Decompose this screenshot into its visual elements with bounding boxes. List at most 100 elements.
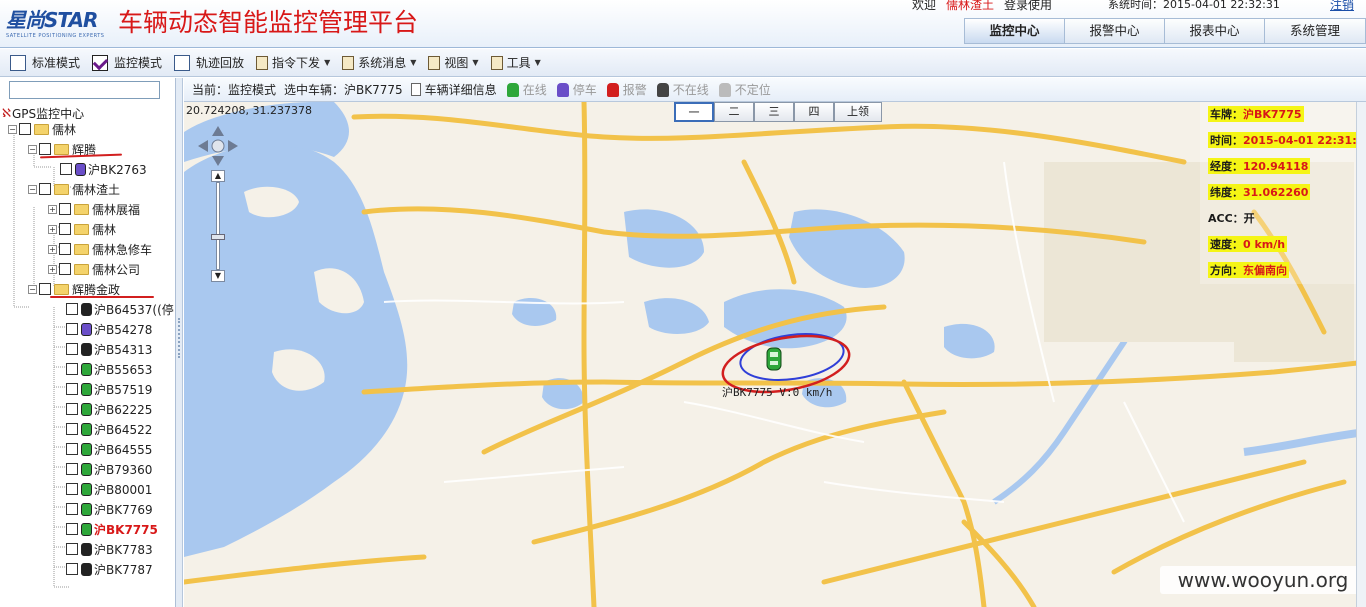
tree-vehicle[interactable]: 沪B55653 bbox=[66, 359, 152, 379]
tree-vehicle[interactable]: 沪B62225 bbox=[66, 399, 152, 419]
unlocated-car-icon bbox=[718, 82, 731, 97]
map-level-4[interactable]: 四 bbox=[794, 102, 834, 122]
tree-checkbox[interactable] bbox=[39, 283, 51, 295]
logout-link[interactable]: 注销 bbox=[1330, 0, 1354, 13]
tab-monitor-center[interactable]: 监控中心 bbox=[964, 18, 1064, 44]
collapse-icon[interactable]: − bbox=[28, 284, 37, 294]
pan-up-icon[interactable] bbox=[212, 126, 224, 136]
zoom-knob[interactable] bbox=[211, 234, 225, 240]
standard-mode-checkbox[interactable] bbox=[10, 54, 26, 71]
tree-checkbox[interactable] bbox=[66, 343, 78, 355]
tree-subgroup[interactable]: + 儒林 bbox=[48, 219, 116, 239]
pan-down-icon[interactable] bbox=[212, 156, 224, 166]
info-longitude: 经度：120.94118 bbox=[1208, 158, 1311, 174]
tree-subgroup[interactable]: + 儒林公司 bbox=[48, 259, 140, 279]
map-level-top[interactable]: 上领 bbox=[834, 102, 882, 122]
track-playback-toggle[interactable]: 轨迹回放 bbox=[174, 54, 244, 71]
tree-group-label: 儒林渣土 bbox=[72, 182, 121, 197]
login-mode: 登录使用 bbox=[1004, 0, 1053, 12]
tree-checkbox[interactable] bbox=[66, 483, 78, 495]
pan-right-icon[interactable] bbox=[228, 140, 238, 152]
monitor-mode-toggle[interactable]: 监控模式 bbox=[92, 54, 162, 71]
tab-report-center[interactable]: 报表中心 bbox=[1164, 18, 1264, 44]
tools-menu[interactable]: 工具 ▼ bbox=[490, 54, 541, 71]
tree-checkbox[interactable] bbox=[59, 263, 71, 275]
vehicle-plate: 沪B57519 bbox=[94, 382, 153, 397]
track-playback-checkbox[interactable] bbox=[174, 54, 191, 71]
expand-icon[interactable]: + bbox=[48, 224, 57, 234]
tree-checkbox[interactable] bbox=[66, 403, 78, 415]
collapse-icon[interactable]: − bbox=[8, 124, 17, 134]
tree-checkbox[interactable] bbox=[59, 203, 71, 215]
expand-icon[interactable]: + bbox=[48, 264, 57, 274]
tree-checkbox[interactable] bbox=[59, 223, 71, 235]
tree-vehicle[interactable]: 沪B54278 bbox=[66, 319, 152, 339]
tree-vehicle[interactable]: 沪B57519 bbox=[66, 379, 152, 399]
tree-vehicle-selected[interactable]: 沪BK7775 bbox=[66, 519, 158, 539]
sys-messages-label: 系统消息 bbox=[358, 56, 407, 70]
tree-checkbox[interactable] bbox=[66, 463, 78, 475]
tree-vehicle[interactable]: 沪BK7783 bbox=[66, 539, 153, 559]
vehicle-marker-icon[interactable] bbox=[764, 346, 784, 372]
map-level-1[interactable]: 一 bbox=[674, 102, 714, 122]
tree-checkbox[interactable] bbox=[60, 163, 72, 175]
monitor-mode-checkbox[interactable] bbox=[92, 54, 109, 71]
tree-checkbox[interactable] bbox=[66, 363, 78, 375]
sidebar-splitter[interactable] bbox=[176, 78, 183, 607]
tree-checkbox[interactable] bbox=[66, 303, 78, 315]
tree-vehicle[interactable]: 沪B64537((停 bbox=[66, 299, 174, 319]
pan-control[interactable] bbox=[196, 124, 240, 168]
collapse-icon[interactable]: − bbox=[28, 184, 37, 194]
sys-messages-menu[interactable]: 系统消息 ▼ bbox=[342, 54, 416, 71]
tree-subgroup[interactable]: + 儒林急修车 bbox=[48, 239, 152, 259]
zoom-in-button[interactable]: ▲ bbox=[211, 170, 225, 182]
clipboard-icon bbox=[256, 55, 269, 70]
tab-system-admin[interactable]: 系统管理 bbox=[1264, 18, 1366, 44]
map-scrollbar[interactable] bbox=[1356, 102, 1366, 607]
tree-subgroup[interactable]: + 儒林展福 bbox=[48, 199, 140, 219]
tree-vehicle[interactable]: 沪B79360 bbox=[66, 459, 152, 479]
map-view[interactable]: 20.724208, 31.237378 一 二 三 四 上领 ▲ ▼ 沪BK7… bbox=[184, 102, 1366, 607]
pan-left-icon[interactable] bbox=[198, 140, 208, 152]
tree-group-rulin-zhatu[interactable]: − 儒林渣土 bbox=[28, 179, 120, 199]
tree-checkbox[interactable] bbox=[39, 183, 51, 195]
expand-icon[interactable]: + bbox=[48, 204, 57, 214]
vehicle-details-button[interactable]: 车辆详细信息 bbox=[410, 81, 497, 98]
zoom-rail[interactable] bbox=[216, 182, 220, 270]
tree-vehicle[interactable]: 沪BK7769 bbox=[66, 499, 153, 519]
tree-checkbox[interactable] bbox=[66, 323, 78, 335]
tree-checkbox[interactable] bbox=[66, 543, 78, 555]
map-level-3[interactable]: 三 bbox=[754, 102, 794, 122]
tree-checkbox[interactable] bbox=[66, 563, 78, 575]
info-direction-key: 方向： bbox=[1210, 264, 1243, 277]
tree-checkbox[interactable] bbox=[66, 383, 78, 395]
tab-alarm-center[interactable]: 报警中心 bbox=[1064, 18, 1164, 44]
tree-group-rulin[interactable]: − 儒林 bbox=[8, 119, 76, 139]
tree-checkbox[interactable] bbox=[66, 423, 78, 435]
zoom-slider[interactable]: ▲ ▼ bbox=[211, 170, 225, 282]
tree-vehicle[interactable]: 沪B64522 bbox=[66, 419, 152, 439]
tree-checkbox[interactable] bbox=[66, 523, 78, 535]
map-level-2[interactable]: 二 bbox=[714, 102, 754, 122]
standard-mode-toggle[interactable]: 标准模式 bbox=[10, 54, 80, 71]
tree-checkbox[interactable] bbox=[66, 503, 78, 515]
tree-checkbox[interactable] bbox=[66, 443, 78, 455]
tree-vehicle[interactable]: 沪BK7787 bbox=[66, 559, 153, 579]
tree-vehicle[interactable]: 沪B64555 bbox=[66, 439, 152, 459]
pan-center-icon[interactable] bbox=[211, 139, 225, 153]
tree-checkbox[interactable] bbox=[59, 243, 71, 255]
zoom-out-button[interactable]: ▼ bbox=[211, 270, 225, 282]
view-menu[interactable]: 视图 ▼ bbox=[428, 54, 479, 71]
commands-label: 指令下发 bbox=[272, 56, 321, 70]
tree-vehicle[interactable]: 沪B80001 bbox=[66, 479, 152, 499]
parked-car-icon bbox=[556, 82, 569, 97]
expand-icon[interactable]: + bbox=[48, 244, 57, 254]
tree-vehicle[interactable]: 沪B54313 bbox=[66, 339, 152, 359]
tree-search-input[interactable] bbox=[9, 81, 160, 99]
tree-checkbox[interactable] bbox=[19, 123, 31, 135]
collapse-icon[interactable]: − bbox=[28, 144, 37, 154]
commands-menu[interactable]: 指令下发 ▼ bbox=[256, 54, 330, 71]
tree-checkbox[interactable] bbox=[39, 143, 51, 155]
app-root: 星尚STAR SATELLITE POSITIONING EXPERTS 车辆动… bbox=[0, 0, 1366, 607]
tree-vehicle[interactable]: 沪BK2763 bbox=[60, 159, 147, 179]
